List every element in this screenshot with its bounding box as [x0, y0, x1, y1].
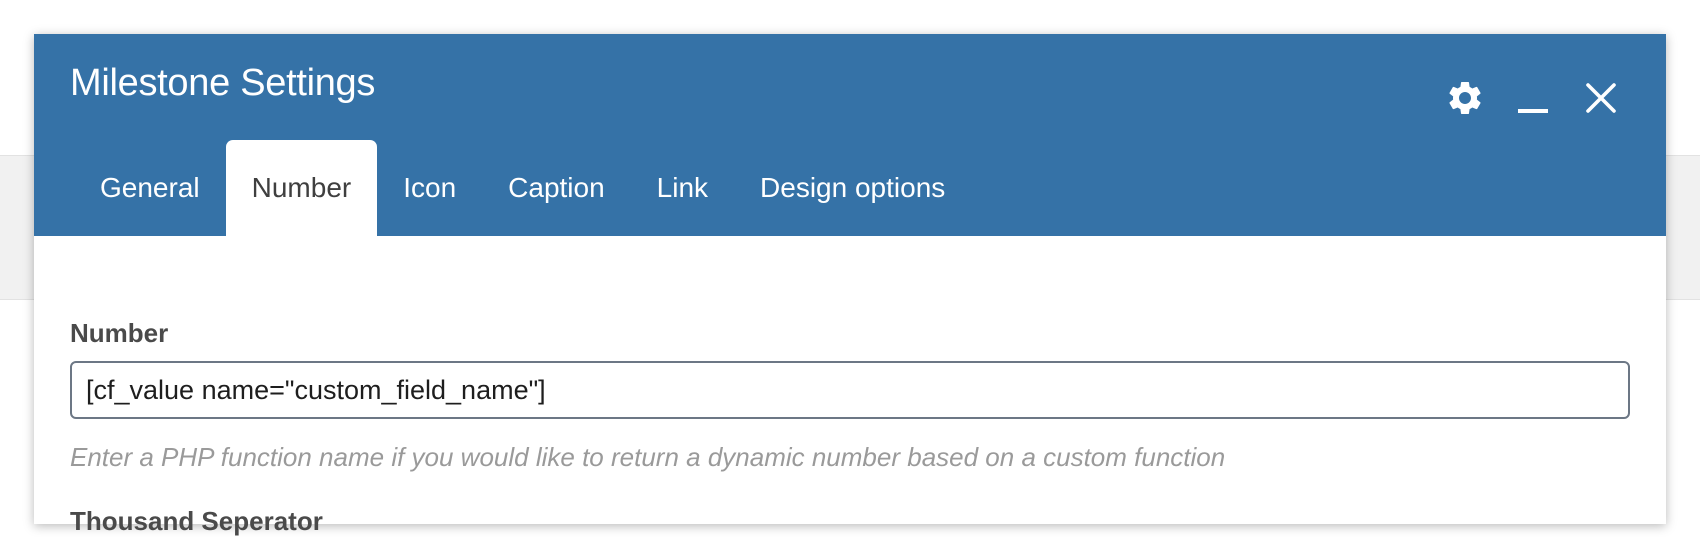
tab-bar: General Number Icon Caption Link Design … — [34, 140, 971, 236]
modal-title: Milestone Settings — [70, 62, 376, 104]
gear-icon — [1449, 81, 1481, 114]
tab-design-options[interactable]: Design options — [734, 140, 971, 236]
tab-link[interactable]: Link — [631, 140, 734, 236]
tab-icon[interactable]: Icon — [377, 140, 482, 236]
header-controls — [1442, 70, 1624, 126]
thousand-separator-label: Thousand Seperator — [70, 506, 323, 536]
minimize-icon — [1518, 109, 1548, 113]
close-icon — [1586, 83, 1616, 113]
tab-number[interactable]: Number — [225, 140, 378, 236]
number-label: Number — [70, 318, 169, 348]
tab-caption[interactable]: Caption — [482, 140, 631, 236]
minimize-button[interactable] — [1510, 75, 1556, 121]
settings-button[interactable] — [1442, 75, 1488, 121]
close-button[interactable] — [1578, 75, 1624, 121]
number-input[interactable] — [70, 361, 1630, 419]
milestone-settings-modal: Milestone Settings General Number Icon C… — [34, 34, 1666, 536]
modal-header: Milestone Settings General Number Icon C… — [34, 34, 1666, 236]
tab-general[interactable]: General — [74, 140, 226, 236]
number-hint: Enter a PHP function name if you would l… — [70, 442, 1226, 472]
